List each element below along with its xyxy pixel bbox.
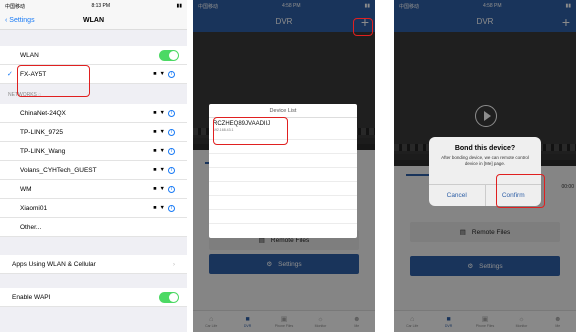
checkmark-icon: ✓ (7, 71, 13, 78)
wlan-toggle[interactable] (159, 50, 179, 61)
dialog-title: Bond this device? (454, 145, 516, 152)
dialog-message: After bonding device, we can remote cont… (441, 155, 529, 166)
device-list-title: Device List (209, 104, 357, 118)
info-icon[interactable]: i (168, 204, 175, 212)
wifi-icon: ▼ (159, 71, 165, 77)
info-icon[interactable]: i (168, 109, 175, 117)
network-item[interactable]: Xiaomi01 ■ ▼ i (0, 199, 187, 218)
info-icon[interactable]: i (168, 128, 175, 136)
battery-icon: ▮▮ (176, 3, 182, 9)
lock-icon: ■ (153, 110, 157, 116)
lock-icon: ■ (153, 148, 157, 154)
highlight-box (496, 174, 545, 208)
chevron-right-icon: › (172, 260, 175, 268)
network-list: ChinaNet-24QX ■ ▼ i TP-LINK_9725 ■ ▼ i TP-LINK… (0, 104, 187, 237)
lock-icon: ■ (153, 205, 157, 211)
info-icon[interactable]: i (168, 70, 175, 78)
dvr-bond-screen: 中国移动 4:58 PM ▮▮ DVR + 00:00 ▤ Remote File… (394, 0, 576, 332)
info-icon[interactable]: i (168, 166, 175, 174)
wifi-icon: ▼ (159, 148, 165, 154)
navigation-bar: ‹ Settings WLAN (0, 12, 187, 30)
wapi-toggle[interactable] (159, 292, 179, 303)
highlight-box (353, 18, 373, 36)
lock-icon: ■ (153, 129, 157, 135)
enable-wapi-row: Enable WAPI (0, 288, 187, 307)
wifi-icon: ▼ (159, 205, 165, 211)
network-item[interactable]: WM ■ ▼ i (0, 180, 187, 199)
page-title: WLAN (83, 17, 104, 24)
wifi-icon: ▼ (159, 129, 165, 135)
other-network-item[interactable]: Other... (0, 218, 187, 237)
wlan-label: WLAN (20, 51, 39, 59)
info-icon[interactable]: i (168, 147, 175, 155)
cancel-button[interactable]: Cancel (429, 185, 486, 206)
wlan-toggle-row: WLAN (0, 46, 187, 65)
network-item[interactable]: ChinaNet-24QX ■ ▼ i (0, 104, 187, 123)
highlight-box (213, 117, 288, 145)
highlight-box (17, 65, 90, 97)
network-item[interactable]: Volans_CYHTech_GUEST ■ ▼ i (0, 161, 187, 180)
apps-using-wlan-row[interactable]: Apps Using WLAN & Cellular › (0, 255, 187, 274)
carrier-label: 中国移动 (5, 3, 26, 10)
wifi-icon: ▼ (159, 167, 165, 173)
dvr-device-list-screen: 中国移动 4:58 PM ▮▮ DVR + ▤ Remote Files ⚙ Set… (193, 0, 375, 332)
wifi-icon: ▼ (159, 186, 165, 192)
info-icon[interactable]: i (168, 185, 175, 193)
lock-icon: ■ (153, 186, 157, 192)
lock-icon: ■ (153, 71, 157, 77)
wifi-icon: ▼ (159, 110, 165, 116)
wlan-settings-screen: 中国移动 8:13 PM ▮▮ ‹ Settings WLAN WLAN ✓ F… (0, 0, 187, 332)
clock: 8:13 PM (91, 3, 111, 9)
network-item[interactable]: TP-LINK_Wang ■ ▼ i (0, 142, 187, 161)
status-bar: 中国移动 8:13 PM ▮▮ (0, 0, 187, 12)
lock-icon: ■ (153, 167, 157, 173)
network-item[interactable]: TP-LINK_9725 ■ ▼ i (0, 123, 187, 142)
